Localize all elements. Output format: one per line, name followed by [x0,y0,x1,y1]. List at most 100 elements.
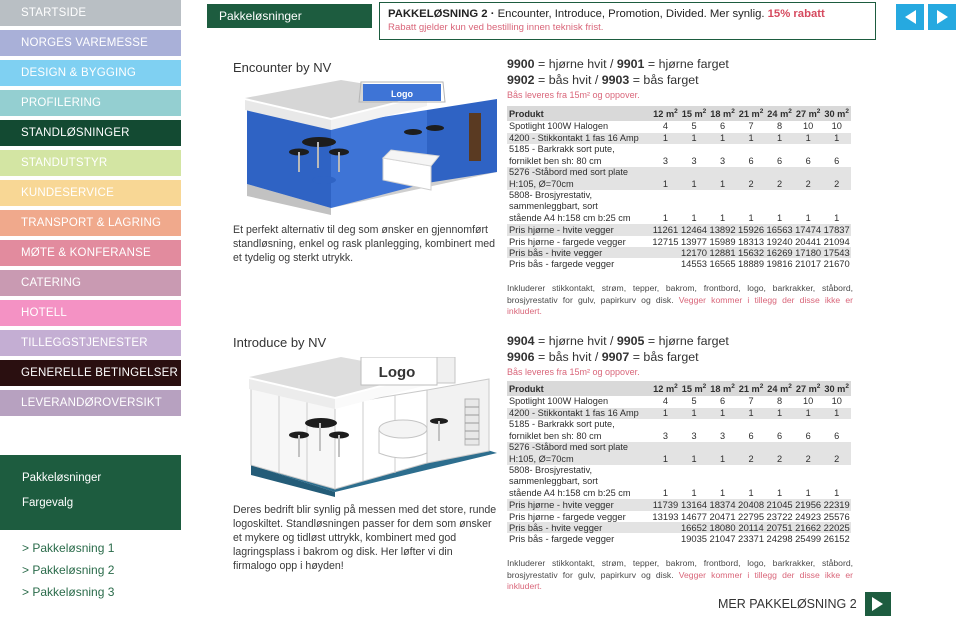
cta-label: MER PAKKELØSNING 2 [718,597,857,611]
code-line-bas-2: 9906 = bås hvit / 9907 = bås farget [507,349,857,365]
code-line-hjorne: 9900 = hjørne hvit / 9901 = hjørne farge… [507,56,857,72]
table-cell-value [651,190,680,201]
code-9904: 9904 [507,334,535,348]
section-tab-pakkelosninger[interactable]: Pakkeløsninger [207,4,372,28]
price-cell: 21047 [709,533,736,545]
code-9901: 9901 [616,57,645,71]
sidebar-item-label: PROFILERING [21,97,102,109]
table-cell-value [794,419,823,430]
price-row-label: Pris bås - fargede vegger [509,533,615,545]
chevron-right-icon [936,10,948,24]
code-sep-6: = hjørne farget [644,334,729,348]
code-9907: 9907 [601,350,630,364]
sidebar-sublink-fargevalg[interactable]: Fargevalg [0,497,73,509]
table-cell-value: 1 [708,453,737,465]
table-cell-value: 7 [748,121,754,132]
price-row-label: Pris bås - fargede vegger [509,258,615,270]
price-cell: 16565 [709,258,736,270]
price-row-label: Pris hjørne - hvite vegger [507,224,652,236]
price-cell: 16269 [765,246,794,259]
sidebar-item-hotell[interactable]: HOTELL [0,300,181,326]
table-header-col-5: 27 m2 [793,381,823,397]
price-row-label: Pris hjørne - fargede vegger [509,510,626,522]
table-cell-value [765,190,794,201]
table-header-col-4: 24 m2 [765,381,794,397]
table-cell-value: 4 [662,121,669,132]
sidebar-item-generelle-betingelser[interactable]: GENERELLE BETINGELSER [0,360,181,386]
table-cell-value: 1 [708,132,737,145]
sidebar-item-standutstyr[interactable]: STANDUTSTYR [0,150,181,176]
sidebar-item-label: HOTELL [21,307,67,319]
more-packages-cta[interactable]: MER PAKKELØSNING 2 [718,592,891,616]
table-cell-label: Spotlight 100W Halogen [509,121,609,132]
sidebar-item-transport-lagring[interactable]: TRANSPORT & LAGRING [0,210,181,236]
nav-prev-button[interactable] [896,4,924,30]
table-cell-value: 1 [679,453,709,465]
table-cell-value [822,465,851,476]
table-cell-value [765,419,794,430]
price-cell: 14553 [680,258,708,270]
play-arrow-icon[interactable] [864,592,891,616]
price-cell: 18374 [708,499,737,511]
sidebar-item-label: STANDUTSTYR [21,157,108,169]
price-row: Pris bås - hvite vegger 16652 18080 20114 20… [507,521,851,534]
sidebar-item-tilleggstjenester[interactable]: TILLEGGSTJENESTER [0,330,181,356]
table-row: 5185 - Barkrakk sort pute, [507,419,851,430]
sidebar-link-pakkelosning-1[interactable]: > Pakkeløsning 1 [0,537,181,559]
price-cell: 21670 [823,258,850,270]
sidebar-item-design-bygging[interactable]: DESIGN & BYGGING [0,60,181,86]
sidebar-link-pakkelosning-3[interactable]: > Pakkeløsning 3 [0,581,181,603]
price-cell: 20751 [765,521,794,534]
price-cell: 21094 [823,235,850,247]
sidebar-sublink-pakkelosninger[interactable]: Pakkeløsninger [0,472,101,484]
sidebar-item-startside[interactable]: STARTSIDE [0,0,181,26]
price-cell [651,258,680,269]
sidebar-item-standl-sninger[interactable]: STANDLØSNINGER [0,120,181,146]
sidebar-item-kundeservice[interactable]: KUNDESERVICE [0,180,181,206]
table-row: H:105, Ø=70cm 1 1 1 2 2 2 2 [507,178,851,190]
table-cell-value [708,465,737,476]
table-cell-value [794,465,823,476]
sidebar-item-label: KUNDESERVICE [21,187,114,199]
code-note-encounter: Bås leveres fra 15m² og oppover. [507,90,640,100]
table-cell-value: 6 [805,430,811,441]
svg-text:Logo: Logo [391,89,413,99]
table-cell-value [708,201,737,212]
nav-next-button[interactable] [928,4,956,30]
table-cell-label: stående A4 h:158 cm b:25 cm [509,212,631,223]
chevron-left-icon [904,10,916,24]
table-cell-value [794,476,823,487]
sidebar-item-catering[interactable]: CATERING [0,270,181,296]
table-cell-value: 1 [719,487,726,498]
table-cell-value [680,190,709,201]
sidebar-item-norges-varemesse[interactable]: NORGES VAREMESSE [0,30,181,56]
table-cell-value [793,167,823,179]
table-cell-value [708,190,737,201]
table-cell-label: 5276 -Ståbord med sort plate [507,167,652,179]
table-cell-value: 2 [736,178,766,190]
sidebar-item-m-te-konferanse[interactable]: MØTE & KONFERANSE [0,240,181,266]
table-cell-value: 3 [719,430,726,441]
table-cell-value: 10 [831,396,842,407]
table-cell-label: forniklet ben sh: 80 cm [509,155,602,166]
sidebar-item-label: DESIGN & BYGGING [21,67,137,79]
sidebar-item-profilering[interactable]: PROFILERING [0,90,181,116]
table-row: Spotlight 100W Halogen 4 5 6 7 8 10 10 [507,121,851,132]
table-cell-label: sammenleggbart, sort [509,476,598,487]
table-cell-value: 2 [765,453,794,465]
table-header-col-1: 15 m2 [679,381,709,397]
table-cell-value [737,419,766,430]
table-cell-value [708,167,737,179]
table-cell-value [679,442,709,454]
table-row: 5276 -Ståbord med sort plate [507,167,851,179]
product-codes-introduce: 9904 = hjørne hvit / 9905 = hjørne farge… [507,333,857,377]
table-header-col-2: 18 m2 [708,106,737,122]
table-cell-value: 1 [708,178,737,190]
table-row: forniklet ben sh: 80 cm 3 3 3 6 6 6 6 [507,431,851,442]
table-cell-value [765,465,794,476]
table-cell-value [679,167,709,179]
sidebar-link-pakkelosning-2[interactable]: > Pakkeløsning 2 [0,559,181,581]
price-row-label: Pris hjørne - hvite vegger [507,499,652,511]
table-cell-value: 5 [691,396,697,407]
sidebar-item-leverand-roversikt[interactable]: LEVERANDØROVERSIKT [0,390,181,416]
